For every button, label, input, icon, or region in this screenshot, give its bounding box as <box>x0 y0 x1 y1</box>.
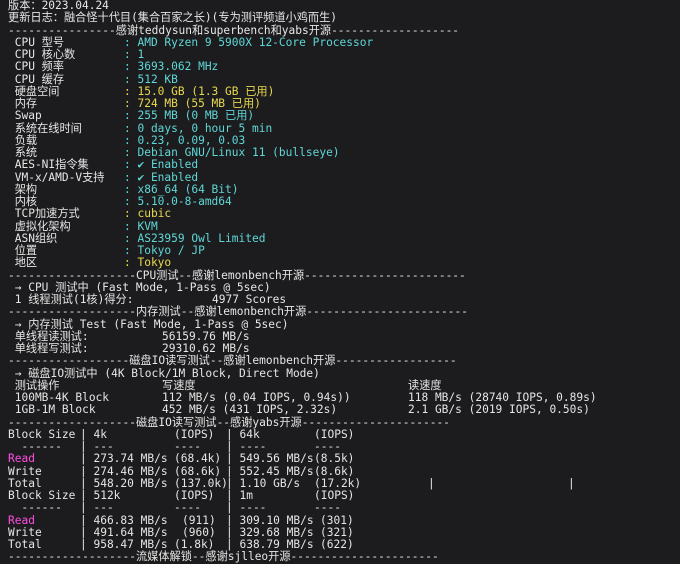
cursor-mark: | <box>568 476 575 490</box>
separator-text: ----------------感谢teddysun和superbench和ya… <box>8 23 460 37</box>
sysinfo-row: TCP加速方式 : cubic <box>8 207 680 221</box>
yabs-data-row: Write | 274.46 MB/s (68.6k) | 552.45 MB/s (8… <box>8 464 680 478</box>
sysinfo-block: CPU 型号: AMD Ryzen 9 5900X 12-Core Proces… <box>8 35 680 270</box>
sysinfo-value: : KVM <box>124 219 158 233</box>
yabs-cell: (68.4k) <box>174 452 222 466</box>
sysinfo-value: : 255 MB (0 MB 已用) <box>124 109 255 123</box>
yabs-cell: | 466.83 MB/s <box>80 513 168 527</box>
yabs-row-label: Read <box>8 452 35 466</box>
sysinfo-value: : ✔ Enabled <box>124 170 199 184</box>
sysinfo-value: : AMD Ryzen 9 5900X 12-Core Processor <box>124 35 374 49</box>
separator-text: -------------------内存测试--感谢lemonbench开源-… <box>8 305 468 319</box>
yabs-cell: | 309.10 MB/s <box>226 513 314 527</box>
yabs-data-row: Read | 273.74 MB/s (68.4k) | 549.56 MB/s (8.… <box>8 452 680 466</box>
disk-test-title: → 磁盘IO测试中 (4K Block/1M Block, Direct Mod… <box>8 366 680 380</box>
sysinfo-label: Swap <box>8 109 42 123</box>
sysinfo-label: 虚拟化架构 <box>8 219 71 233</box>
sysinfo-row: CPU 频率 : 3693.062 MHz <box>8 60 680 74</box>
yabs-cell: | 552.45 MB/s <box>226 464 314 478</box>
sysinfo-row: VM-x/AMD-V支持 : ✔ Enabled <box>8 170 680 184</box>
sysinfo-row: 虚拟化架构 : KVM <box>8 219 680 233</box>
yabs-cell: (8.5k) <box>314 452 355 466</box>
sysinfo-row: 架构: x86_64 (64 Bit) <box>8 183 680 196</box>
mem-test-title-text: → 内存测试 Test (Fast Mode, 1-Pass @ 5sec) <box>8 317 289 331</box>
yabs-cell: (68.6k) <box>174 464 222 478</box>
mem-read-line: 单线程读测试: 56159.76 MB/s <box>8 330 680 343</box>
yabs-cell: (911) <box>182 513 216 527</box>
sysinfo-row: 负载: 0.23, 0.09, 0.03 <box>8 134 680 147</box>
sysinfo-row: CPU 型号: AMD Ryzen 9 5900X 12-Core Proces… <box>8 35 680 49</box>
yabs-dash-cell: | --- <box>80 501 114 515</box>
yabs-cell: (8.6k) <box>314 464 355 478</box>
sysinfo-label: CPU 频率 <box>8 60 65 74</box>
yabs-cell: | 274.46 MB/s <box>80 464 168 478</box>
sysinfo-row: ASN组织: AS23959 Owl Limited <box>8 232 680 245</box>
yabs-dash-cell: ---- <box>314 501 341 515</box>
disk-test-title-text: → 磁盘IO测试中 (4K Block/1M Block, Direct Mod… <box>8 366 320 380</box>
streaming-separator: -------------------流媒体解锁--感谢sjlleo开源----… <box>8 551 680 563</box>
yabs-dash-cell: ------ <box>8 501 62 515</box>
yabs-table: Block Size | 4k (IOPS) | 64k (IOPS) ------ | … <box>8 428 680 552</box>
yabs-cell: | 549.56 MB/s <box>226 452 314 466</box>
yabs-row-label: Write <box>8 464 42 478</box>
sysinfo-label: VM-x/AMD-V支持 <box>8 170 105 184</box>
sysinfo-value: : 512 KB <box>124 72 178 86</box>
yabs-cell: (301) <box>320 513 354 527</box>
separator-text: -------------------CPU测试--感谢lemonbench开源… <box>8 268 466 282</box>
yabs-dash-row: ------ | --- ---- | ---- ---- <box>8 501 680 515</box>
yabs-separator: -------------------磁盘IO读写测试--感谢yabs开源---… <box>8 415 680 429</box>
sysinfo-label: TCP加速方式 <box>8 207 80 221</box>
cpu-test-title-text: → CPU 测试中 (Fast Mode, 1-Pass @ 5sec) <box>8 280 271 294</box>
sysinfo-value: : 0 days, 0 hour 5 min <box>124 121 273 135</box>
sysinfo-row: AES-NI指令集 : ✔ Enabled <box>8 158 680 172</box>
separator-text: ------------------磁盘IO读写测试--感谢lemonbench… <box>8 354 457 368</box>
sysinfo-label: AES-NI指令集 <box>8 158 89 172</box>
sysinfo-value: : cubic <box>124 207 172 221</box>
separator-text: -------------------流媒体解锁--感谢sjlleo开源----… <box>8 550 439 564</box>
yabs-row-label: Read <box>8 513 35 527</box>
sysinfo-row: CPU 核心数: 1 <box>8 48 680 61</box>
mem-test-title: → 内存测试 Test (Fast Mode, 1-Pass @ 5sec) <box>8 317 680 331</box>
sysinfo-row: 内存: 724 MB (55 MB 已用) <box>8 97 680 110</box>
sysinfo-row: 硬盘空间: 15.0 GB (1.3 GB 已用) <box>8 85 680 98</box>
sysinfo-row: Swap : 255 MB (0 MB 已用) <box>8 109 680 123</box>
yabs-cell: | 273.74 MB/s <box>80 452 168 466</box>
changelog-text: 更新日志：融合怪十代目(集合百家之长)(专为测评频道小鸡而生) <box>8 11 338 25</box>
sysinfo-row: 系统在线时间 : 0 days, 0 hour 5 min <box>8 121 680 135</box>
sysinfo-row: CPU 缓存 : 512 KB <box>8 72 680 86</box>
terminal-window[interactable]: 版本：2023.04.24 更新日志：融合怪十代目(集合百家之长)(专为测评频道… <box>0 0 680 563</box>
yabs-data-row: Read | 466.83 MB/s (911) | 309.10 MB/s (301) <box>8 513 680 527</box>
sysinfo-row: 内核: 5.10.0-8-amd64 <box>8 195 680 208</box>
sysinfo-value: : ✔ Enabled <box>124 158 199 172</box>
yabs-dash-cell: | ---- <box>226 501 267 515</box>
separator-text: -------------------磁盘IO读写测试--感谢yabs开源---… <box>8 415 450 429</box>
sysinfo-value: : 3693.062 MHz <box>124 60 219 74</box>
sysinfo-label: 系统在线时间 <box>8 121 82 135</box>
sysinfo-separator: ----------------感谢teddysun和superbench和ya… <box>8 23 680 37</box>
yabs-dash-cell: ---- <box>174 501 201 515</box>
cursor-mark: | <box>428 476 435 490</box>
sysinfo-row: 系统: Debian GNU/Linux 11 (bullseye) <box>8 146 680 159</box>
sysinfo-row: 位置: Tokyo / JP <box>8 244 680 257</box>
sysinfo-label: CPU 缓存 <box>8 72 65 86</box>
